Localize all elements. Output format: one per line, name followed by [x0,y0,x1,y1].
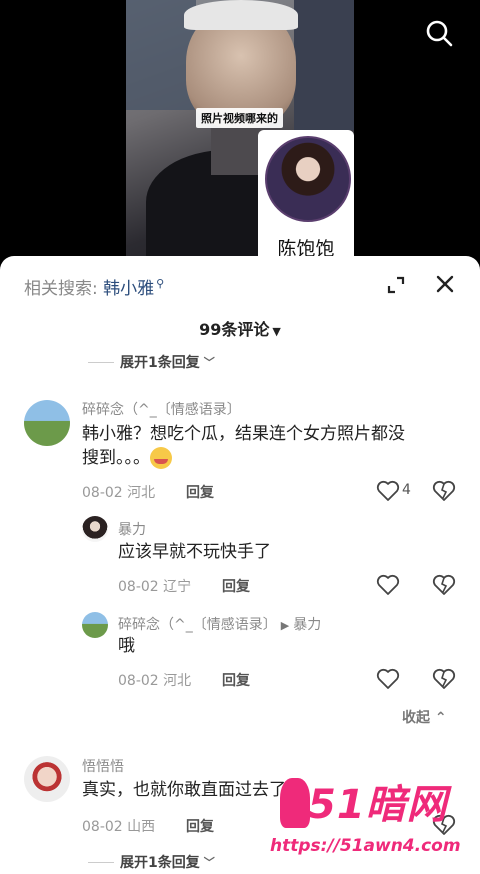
chevron-down-icon: ﹀ [203,356,215,369]
avatar[interactable] [24,400,70,446]
search-icon[interactable] [424,18,454,48]
broken-heart-icon[interactable] [432,480,456,502]
reply-location: 河北 [163,673,192,689]
comment-date: 08-02 [82,819,123,835]
comment-text-line1: 韩小雅？想吃个瓜，结果连个女方照片都没 [82,424,405,444]
divider-line [88,861,114,863]
reply-date: 08-02 [118,673,159,689]
comment-meta: 08-02 河北 [82,482,155,502]
comment-text-line2-text: 搜到。。。 [82,448,150,468]
expand-replies-top[interactable]: 展开1条回复 ﹀ [88,352,215,372]
collapse-replies-button[interactable]: 收起 ⌃ [402,707,447,727]
reply-text: 应该早就不玩快手了 [118,542,271,562]
reply-meta: 08-02 辽宁 [118,576,191,596]
reply-text: 哦 [118,636,135,656]
watermark-logo: 51暗网 [308,782,448,828]
avatar[interactable] [82,516,108,542]
comment-date: 08-02 [82,485,123,501]
comment-text: 韩小雅？想吃个瓜，结果连个女方照片都没 搜到。。。 [82,422,462,470]
reply-author-line: 碎碎念（^_〔情感语录〕 ▶ 暴力 [118,614,321,634]
comment-author[interactable]: 悟悟悟 [82,756,124,776]
related-search-label: 相关搜索: [24,279,98,299]
comment-text-body: 真实，也就你敢直面过去了 [82,780,286,800]
heart-icon[interactable] [376,480,400,502]
comment-count[interactable]: 99条评论 ▼ [0,316,480,340]
caret-down-icon: ▼ [272,325,281,338]
reply-meta: 08-02 河北 [118,670,191,690]
comment-location: 山西 [127,819,156,835]
reply-button[interactable]: 回复 [222,576,250,596]
search-small-icon: ⚲ [156,277,165,291]
avatar[interactable] [24,756,70,802]
background-wall [294,0,354,130]
divider-line [88,361,114,363]
close-icon[interactable] [434,273,456,295]
video-caption: 照片视频哪来的 [196,108,283,128]
mascot-icon [280,778,310,828]
heart-icon[interactable] [376,574,400,596]
related-search-keyword[interactable]: 韩小雅 [103,279,154,299]
watermark-url: https://51awn4.com [270,836,461,856]
video-player[interactable]: 照片视频哪来的 陈饱饱 [0,0,480,270]
reply-author[interactable]: 暴力 [118,519,146,539]
reply-to-author[interactable]: 暴力 [293,617,321,633]
reply-location: 辽宁 [163,579,192,595]
comment-text-line2: 搜到。。。 [82,446,462,470]
broken-heart-icon[interactable] [432,668,456,690]
expand-replies-label: 展开1条回复 [120,855,200,871]
reply-button[interactable]: 回复 [222,670,250,690]
expand-replies-bottom[interactable]: 展开1条回复 ﹀ [88,852,215,872]
reply-date: 08-02 [118,579,159,595]
avatar[interactable] [82,612,108,638]
comment-count-text: 99条评论 [199,320,270,339]
comment-author[interactable]: 碎碎念（^_〔情感语录〕 [82,399,241,419]
broken-heart-icon[interactable] [432,574,456,596]
inset-photo [265,136,351,222]
comment-meta: 08-02 山西 [82,816,155,836]
person-hair [184,0,298,30]
heart-icon[interactable] [376,668,400,690]
play-arrow-icon: ▶ [280,619,290,632]
reply-button[interactable]: 回复 [186,816,214,836]
like-count: 4 [402,482,411,498]
inset-card: 陈饱饱 [258,130,354,270]
comment-location: 河北 [127,485,156,501]
laughing-emoji-icon [150,447,172,469]
related-search[interactable]: 相关搜索: 韩小雅 ⚲ [24,274,164,299]
reply-button[interactable]: 回复 [186,482,214,502]
chevron-down-icon: ﹀ [203,856,215,869]
reply-author[interactable]: 碎碎念（^_〔情感语录〕 [118,617,277,633]
expand-replies-label: 展开1条回复 [120,355,200,371]
watermark: 51暗网 https://51awn4.com [270,770,480,870]
expand-icon[interactable] [386,275,406,295]
